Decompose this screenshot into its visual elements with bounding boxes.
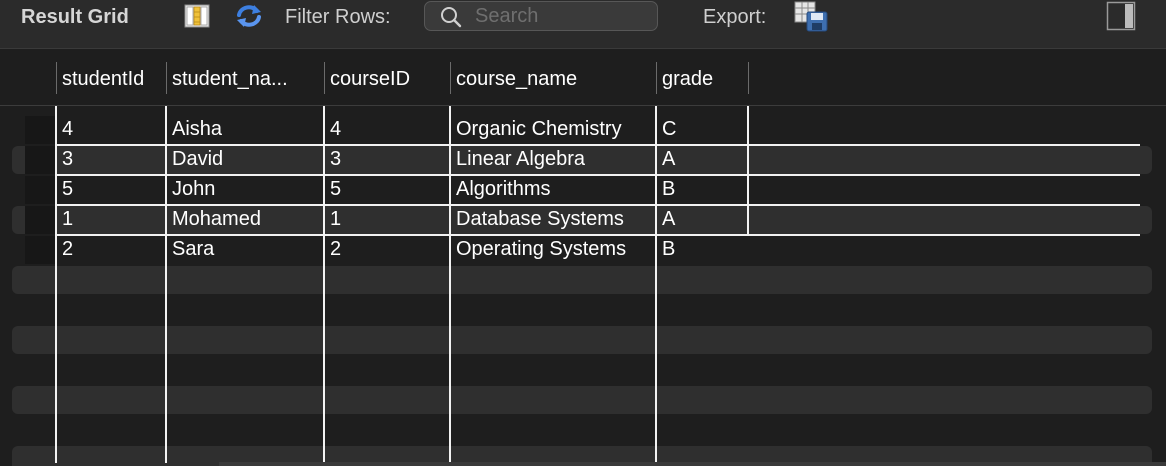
cell-grade[interactable]: A [662, 205, 744, 233]
cell-grade[interactable]: B [662, 175, 744, 203]
panel-toggle-icon[interactable] [1106, 1, 1136, 31]
cell-studentid[interactable]: 3 [62, 145, 162, 173]
cell-studentid[interactable]: 5 [62, 175, 162, 203]
row-selector[interactable] [25, 236, 56, 264]
cell-course-name[interactable]: Database Systems [456, 205, 652, 233]
cell-student-name[interactable]: David [172, 145, 320, 173]
cell-course-name[interactable]: Organic Chemistry [456, 115, 652, 143]
cell-studentid[interactable]: 4 [62, 115, 162, 143]
result-grid-panel: Result Grid Filter Rows: Export: [0, 0, 1166, 466]
cell-course-name[interactable]: Operating Systems [456, 235, 652, 263]
cell-grade[interactable]: C [662, 115, 744, 143]
horizontal-scrollbar[interactable] [219, 462, 1166, 466]
column-header-studentid[interactable]: studentId [56, 64, 166, 94]
cell-courseid[interactable]: 2 [330, 235, 446, 263]
cell-student-name[interactable]: John [172, 175, 320, 203]
grid-line [55, 106, 57, 463]
cell-courseid[interactable]: 5 [330, 175, 446, 203]
search-field[interactable] [424, 1, 658, 31]
refresh-icon[interactable] [233, 3, 265, 29]
grid-line [655, 106, 657, 463]
column-header-grade[interactable]: grade [656, 64, 748, 94]
cell-course-name[interactable]: Algorithms [456, 175, 652, 203]
row-stripe [12, 326, 1152, 354]
search-icon [441, 7, 462, 28]
columns-icon[interactable] [184, 4, 210, 28]
cell-courseid[interactable]: 3 [330, 145, 446, 173]
cell-studentid[interactable]: 1 [62, 205, 162, 233]
cell-grade[interactable]: A [662, 145, 744, 173]
cell-student-name[interactable]: Aisha [172, 115, 320, 143]
row-stripe [12, 266, 1152, 294]
grid-line [323, 106, 325, 463]
result-grid: studentId student_na... courseID course_… [0, 49, 1166, 466]
grid-line [449, 106, 451, 463]
column-header-courseid[interactable]: courseID [324, 64, 450, 94]
row-selector[interactable] [25, 176, 56, 204]
cell-course-name[interactable]: Linear Algebra [456, 145, 652, 173]
column-header-course-name[interactable]: course_name [450, 64, 656, 94]
cell-courseid[interactable]: 1 [330, 205, 446, 233]
grid-line [165, 106, 167, 463]
cell-grade[interactable]: B [662, 235, 744, 263]
grid-line [747, 106, 749, 236]
row-stripe [12, 386, 1152, 414]
cell-student-name[interactable]: Sara [172, 235, 320, 263]
cell-studentid[interactable]: 2 [62, 235, 162, 263]
export-label: Export: [703, 6, 767, 28]
column-header-student-name[interactable]: student_na... [166, 64, 324, 94]
result-grid-toolbar: Result Grid Filter Rows: Export: [0, 0, 1166, 49]
grid-header-row: studentId student_na... courseID course_… [0, 49, 1166, 106]
cell-student-name[interactable]: Mohamed [172, 205, 320, 233]
row-selector[interactable] [25, 206, 56, 234]
result-grid-title: Result Grid [21, 6, 129, 28]
cell-courseid[interactable]: 4 [330, 115, 446, 143]
search-input[interactable] [475, 5, 650, 27]
row-selector[interactable] [25, 146, 56, 174]
row-selector[interactable] [25, 116, 56, 144]
column-divider [748, 62, 749, 94]
export-icon[interactable] [793, 0, 831, 32]
filter-rows-label: Filter Rows: [285, 6, 391, 28]
